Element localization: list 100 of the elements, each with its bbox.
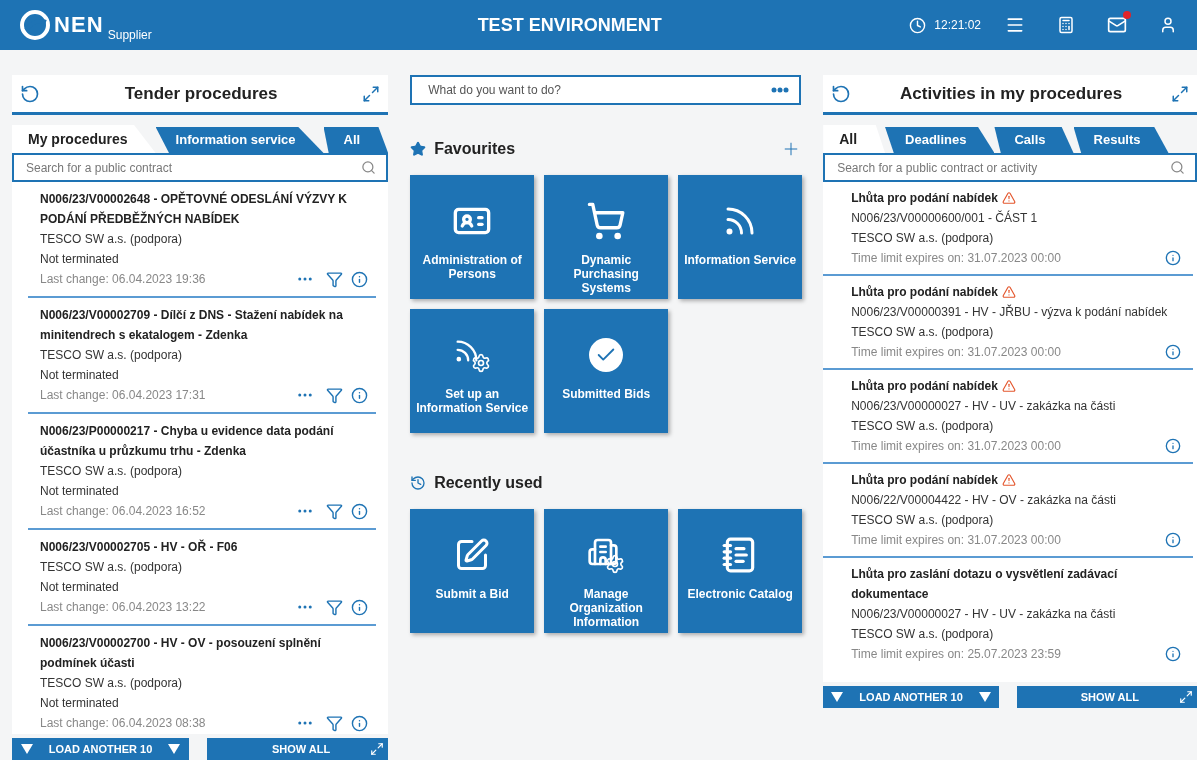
procedure-status: Not terminated xyxy=(40,579,120,596)
shortcut-tile[interactable]: Set up an Information Service xyxy=(410,309,535,433)
procedure-title: N006/23/P00000217 - Chyba u evidence data podání účastníka u průzkumu trhu - Zdenka xyxy=(40,423,335,460)
activity-title: Lhůta pro podání nabídek xyxy=(851,378,998,395)
organization-name: TESCO SW a.s. (podpora) xyxy=(40,347,184,364)
info-icon[interactable] xyxy=(351,714,369,732)
shortcut-tile[interactable]: Submit a Bid xyxy=(410,509,535,633)
expand-icon[interactable] xyxy=(362,84,381,103)
user-icon[interactable] xyxy=(1159,16,1177,34)
organization-name: TESCO SW a.s. (podpora) xyxy=(40,463,184,480)
activity-title: Lhůta pro podání nabídek xyxy=(851,284,998,301)
procedure-status: Not terminated xyxy=(40,695,120,712)
procedure-status: Not terminated xyxy=(40,251,120,268)
calculator-icon[interactable] xyxy=(1057,16,1075,34)
procedure-title: N006/23/V00002709 - Dílčí z DNS - Stažení nabídek na minitendrech s ekatalogem - Zdenka xyxy=(40,307,344,344)
organization-name: TESCO SW a.s. (podpora) xyxy=(851,230,995,247)
procedure-name: N006/22/V00004422 - HV - OV - zakázka na části xyxy=(851,492,1117,509)
more-icon[interactable] xyxy=(771,87,790,93)
activity-title: Lhůta pro zaslání dotazu o vysvětlení zadávací dokumentace xyxy=(851,566,1119,603)
load-more-button[interactable]: LOAD ANOTHER 10 xyxy=(12,738,190,760)
filter-icon[interactable] xyxy=(326,598,344,616)
triangle-down-icon xyxy=(831,692,844,702)
history-icon xyxy=(410,475,427,491)
filter-icon[interactable] xyxy=(326,502,344,520)
search-field[interactable]: Search for a public contract xyxy=(12,153,389,182)
tab[interactable]: Deadlines xyxy=(885,127,995,153)
logo-icon xyxy=(20,10,50,40)
refresh-icon[interactable] xyxy=(831,83,852,104)
triangle-down-icon xyxy=(20,744,33,754)
menu-icon[interactable] xyxy=(1005,15,1025,35)
filter-icon[interactable] xyxy=(326,386,344,404)
procedure-title: N006/23/V00002648 - OPĚTOVNÉ ODESLÁNÍ VÝZVY K PODÁNÍ PŘEDBĚŽNÝCH NABÍDEK xyxy=(40,190,349,228)
info-icon[interactable] xyxy=(1165,344,1181,360)
star-icon xyxy=(410,141,427,157)
tab[interactable]: Information service xyxy=(155,127,324,153)
logo-text: NEN xyxy=(54,11,104,39)
last-change: Last change: 06.04.2023 08:38 xyxy=(40,715,207,732)
activity-title: Lhůta pro podání nabídek xyxy=(851,190,998,207)
refresh-icon[interactable] xyxy=(20,83,40,104)
organization-name: TESCO SW a.s. (podpora) xyxy=(40,559,184,576)
search-field[interactable]: Search for a public contract or activity xyxy=(823,153,1197,182)
last-change: Last change: 06.04.2023 13:22 xyxy=(40,599,207,616)
tab[interactable]: Results xyxy=(1073,127,1169,153)
environment-title: TEST ENVIRONMENT xyxy=(476,13,663,37)
logo-subtitle: Supplier xyxy=(107,27,152,44)
panel-title: Tender procedures xyxy=(123,82,279,105)
organization-name: TESCO SW a.s. (podpora) xyxy=(40,675,184,692)
procedure-status: Not terminated xyxy=(40,483,120,500)
filter-icon[interactable] xyxy=(326,270,344,288)
procedure-name: N006/23/V00000391 - HV - JŘBU - výzva k podání nabídek xyxy=(851,303,1169,321)
shortcut-tile[interactable]: Submitted Bids xyxy=(544,309,669,433)
expand-icon[interactable] xyxy=(1171,84,1189,103)
organization-name: TESCO SW a.s. (podpora) xyxy=(851,512,995,529)
shortcut-tile[interactable]: Administration of Persons xyxy=(410,175,535,299)
info-icon[interactable] xyxy=(351,386,369,404)
info-icon[interactable] xyxy=(1165,438,1181,454)
edit-icon xyxy=(454,537,491,573)
panel-title: Activities in my procedures xyxy=(899,82,1124,105)
shortcut-tile[interactable]: Manage Organization Information xyxy=(544,509,669,633)
building-gear-icon xyxy=(587,536,626,574)
tab[interactable]: My procedures xyxy=(12,125,156,153)
shortcut-tile[interactable]: Electronic Catalog xyxy=(678,509,803,633)
organization-name: TESCO SW a.s. (podpora) xyxy=(851,418,995,435)
procedure-name: N006/23/V00000600/001 - ČÁST 1 xyxy=(851,209,1039,227)
show-all-button[interactable]: SHOW ALL xyxy=(207,738,389,760)
info-icon[interactable] xyxy=(351,502,369,520)
search-icon xyxy=(1170,160,1185,175)
search-icon xyxy=(361,160,377,175)
info-icon[interactable] xyxy=(1165,646,1181,662)
show-all-button[interactable]: SHOW ALL xyxy=(1017,686,1197,708)
info-icon[interactable] xyxy=(351,598,369,616)
expiry-date: Time limit expires on: 31.07.2023 00:00 xyxy=(851,250,1062,267)
tab[interactable]: All xyxy=(823,125,886,153)
expand-icon xyxy=(370,742,385,756)
info-icon[interactable] xyxy=(1165,250,1181,266)
shortcut-tile[interactable]: Information Service xyxy=(678,175,803,299)
info-icon[interactable] xyxy=(1165,532,1181,548)
expand-icon xyxy=(1179,690,1193,704)
procedure-name: N006/23/V00000027 - HV - UV - zakázka na části xyxy=(851,398,1117,415)
info-icon[interactable] xyxy=(351,270,369,288)
triangle-down-icon xyxy=(168,744,181,754)
organization-name: TESCO SW a.s. (podpora) xyxy=(40,231,184,248)
section-title: Recently used xyxy=(434,473,543,493)
clock-icon xyxy=(909,16,927,34)
triangle-down-icon xyxy=(978,692,991,702)
filter-icon[interactable] xyxy=(326,714,344,732)
activity-title: Lhůta pro podání nabídek xyxy=(851,472,998,489)
last-change: Last change: 06.04.2023 19:36 xyxy=(40,271,207,288)
last-change: Last change: 06.04.2023 17:31 xyxy=(40,387,207,404)
expiry-date: Time limit expires on: 25.07.2023 23:59 xyxy=(851,646,1062,663)
tab[interactable]: All xyxy=(323,127,389,153)
procedure-status: Not terminated xyxy=(40,367,120,384)
organization-name: TESCO SW a.s. (podpora) xyxy=(851,324,995,341)
shortcut-tile[interactable]: Dynamic Purchasing Systems xyxy=(544,175,669,299)
tab[interactable]: Calls xyxy=(994,127,1074,153)
load-more-button[interactable]: LOAD ANOTHER 10 xyxy=(823,686,1000,708)
expiry-date: Time limit expires on: 31.07.2023 00:00 xyxy=(851,438,1062,455)
expiry-date: Time limit expires on: 31.07.2023 00:00 xyxy=(851,344,1062,361)
command-field[interactable]: What do you want to do? xyxy=(410,75,802,105)
cart-icon xyxy=(586,201,627,241)
